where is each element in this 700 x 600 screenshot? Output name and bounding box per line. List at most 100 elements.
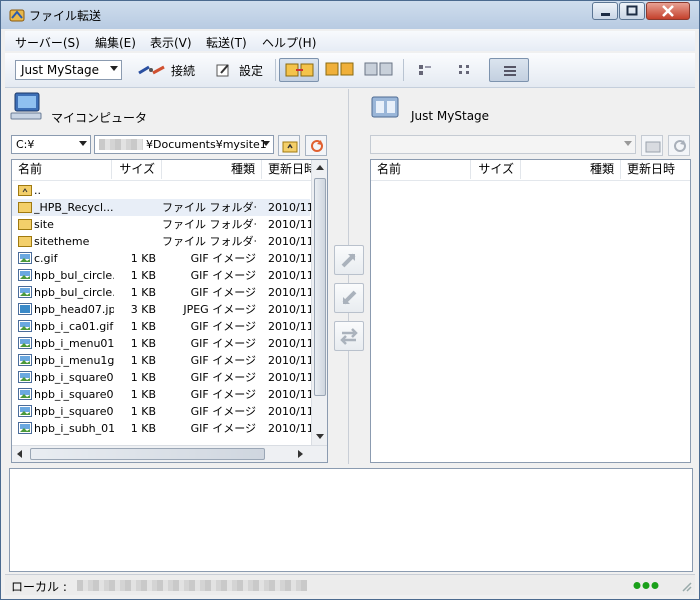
list-item[interactable]: sitetheme ファイル フォルダー 2010/11 [12, 233, 312, 250]
settings-label: 設定 [239, 64, 264, 78]
file-name: hpb_i_square0... [34, 405, 114, 418]
maximize-button[interactable] [619, 2, 645, 20]
upload-button[interactable] [334, 245, 364, 275]
refresh-icon [311, 140, 323, 152]
list-item[interactable]: hpb_i_square0... 1 KB GIF イメージ 2010/11 [12, 369, 312, 386]
list-item[interactable]: site ファイル フォルダー 2010/11 [12, 216, 312, 233]
file-date: 2010/11 [268, 337, 312, 350]
image-icon [18, 286, 32, 298]
computer-icon [10, 92, 42, 120]
col-header-date[interactable]: 更新日時 [621, 160, 690, 179]
transfer-log[interactable] [9, 468, 693, 572]
view-details-button[interactable] [489, 58, 529, 82]
list-item[interactable]: hpb_i_square0... 1 KB GIF イメージ 2010/11 [12, 386, 312, 403]
pane-splitter[interactable] [348, 89, 349, 464]
file-name: sitetheme [34, 235, 90, 248]
file-name: hpb_i_menu01... [34, 337, 114, 350]
menu-view[interactable]: 表示(V) [150, 34, 192, 51]
profile-select-value: Just MyStage [21, 63, 100, 77]
scroll-right-icon[interactable] [298, 450, 303, 458]
file-size: 1 KB [130, 337, 156, 350]
local-vscroll-thumb[interactable] [314, 178, 326, 396]
list-item[interactable]: hpb_i_menu1g... 1 KB GIF イメージ 2010/11 [12, 352, 312, 369]
list-item[interactable]: hpb_i_subh_01... 1 KB GIF イメージ 2010/11 [12, 420, 312, 437]
list-item[interactable]: hpb_i_menu01... 1 KB GIF イメージ 2010/11 [12, 335, 312, 352]
mirror-button[interactable] [362, 58, 396, 82]
list-item[interactable]: hpb_head07.jpg 3 KB JPEG イメージ 2010/11 [12, 301, 312, 318]
scroll-down-icon[interactable] [316, 434, 324, 439]
compare-button[interactable] [323, 58, 357, 82]
remote-list-header: 名前 サイズ 種類 更新日時 [371, 160, 690, 181]
drive-select[interactable]: C:¥ [11, 135, 91, 154]
image-icon [18, 405, 32, 417]
image-icon [18, 252, 32, 264]
settings-button[interactable]: 設定 [213, 58, 271, 82]
list-item[interactable]: _HPB_Recycl... ファイル フォルダー 2010/11 [12, 199, 312, 216]
remote-file-list: 名前 サイズ 種類 更新日時 [370, 159, 691, 463]
resize-grip-icon[interactable] [681, 581, 693, 593]
remote-path-combo[interactable] [370, 135, 636, 154]
list-view-icon [459, 65, 469, 74]
profile-select[interactable]: Just MyStage [15, 60, 122, 80]
list-item[interactable]: hpb_i_square0... 1 KB GIF イメージ 2010/11 [12, 403, 312, 420]
menu-bar: サーバー(S) 編集(E) 表示(V) 転送(T) ヘルプ(H) [5, 31, 695, 51]
file-type: GIF イメージ [190, 252, 256, 265]
view-small-icons-button[interactable] [413, 58, 437, 82]
list-item[interactable]: .. [12, 182, 310, 199]
file-date: 2010/11 [268, 303, 312, 316]
local-path-combo[interactable]: ¥Documents¥mysite1 [94, 135, 274, 154]
menu-help[interactable]: ヘルプ(H) [262, 34, 316, 51]
file-type: GIF イメージ [190, 371, 256, 384]
local-vertical-scrollbar[interactable] [311, 160, 327, 446]
parent-folder-icon [645, 141, 661, 153]
chevron-down-icon [624, 141, 632, 146]
local-parent-folder-button[interactable] [278, 135, 300, 156]
col-header-date[interactable]: 更新日時 [262, 160, 312, 179]
remote-refresh-button[interactable] [668, 135, 690, 156]
file-name: hpb_head07.jpg [34, 303, 114, 316]
view-list-button[interactable] [453, 58, 477, 82]
col-header-type[interactable]: 種類 [521, 160, 621, 179]
minimize-button[interactable] [592, 2, 618, 20]
local-list-header: 名前 サイズ 種類 更新日時 [12, 160, 312, 181]
sync-transfer-button[interactable] [334, 321, 364, 351]
close-button[interactable] [646, 2, 690, 20]
close-icon [662, 5, 674, 17]
remote-parent-folder-button[interactable] [641, 135, 663, 156]
menu-server[interactable]: サーバー(S) [15, 34, 80, 51]
file-size: 1 KB [130, 405, 156, 418]
scroll-up-icon[interactable] [316, 165, 324, 170]
download-button[interactable] [334, 283, 364, 313]
list-item[interactable]: hpb_bul_circle... 1 KB GIF イメージ 2010/11 [12, 267, 312, 284]
file-type: GIF イメージ [190, 422, 256, 435]
list-item[interactable]: c.gif 1 KB GIF イメージ 2010/11 [12, 250, 312, 267]
parent-folder-icon [282, 141, 298, 153]
file-date: 2010/11 [268, 354, 312, 367]
toolbar-separator [403, 59, 404, 81]
col-header-type[interactable]: 種類 [162, 160, 262, 179]
local-horizontal-scrollbar[interactable] [12, 445, 327, 462]
file-size: 1 KB [130, 252, 156, 265]
col-header-name[interactable]: 名前 [12, 160, 112, 179]
local-refresh-button[interactable] [305, 135, 327, 156]
file-size: 1 KB [130, 269, 156, 282]
file-date: 2010/11 [268, 218, 312, 231]
folder-icon [18, 202, 32, 213]
menu-edit[interactable]: 編集(E) [95, 34, 136, 51]
folder-icon [18, 236, 32, 247]
file-type: GIF イメージ [190, 354, 256, 367]
toolbar-separator [275, 59, 276, 81]
col-header-size[interactable]: サイズ [471, 160, 521, 179]
col-header-name[interactable]: 名前 [371, 160, 471, 179]
menu-transfer[interactable]: 転送(T) [206, 34, 247, 51]
connect-icon [138, 65, 165, 75]
col-header-size[interactable]: サイズ [112, 160, 162, 179]
photo-icon [18, 303, 32, 315]
list-item[interactable]: hpb_i_ca01.gif 1 KB GIF イメージ 2010/11 [12, 318, 312, 335]
list-item[interactable]: hpb_bul_circle... 1 KB GIF イメージ 2010/11 [12, 284, 312, 301]
file-date: 2010/11 [268, 405, 312, 418]
sync-view-button[interactable] [279, 58, 319, 82]
scroll-left-icon[interactable] [17, 450, 22, 458]
connect-button[interactable]: 接続 [135, 58, 203, 82]
local-hscroll-thumb[interactable] [30, 448, 265, 460]
